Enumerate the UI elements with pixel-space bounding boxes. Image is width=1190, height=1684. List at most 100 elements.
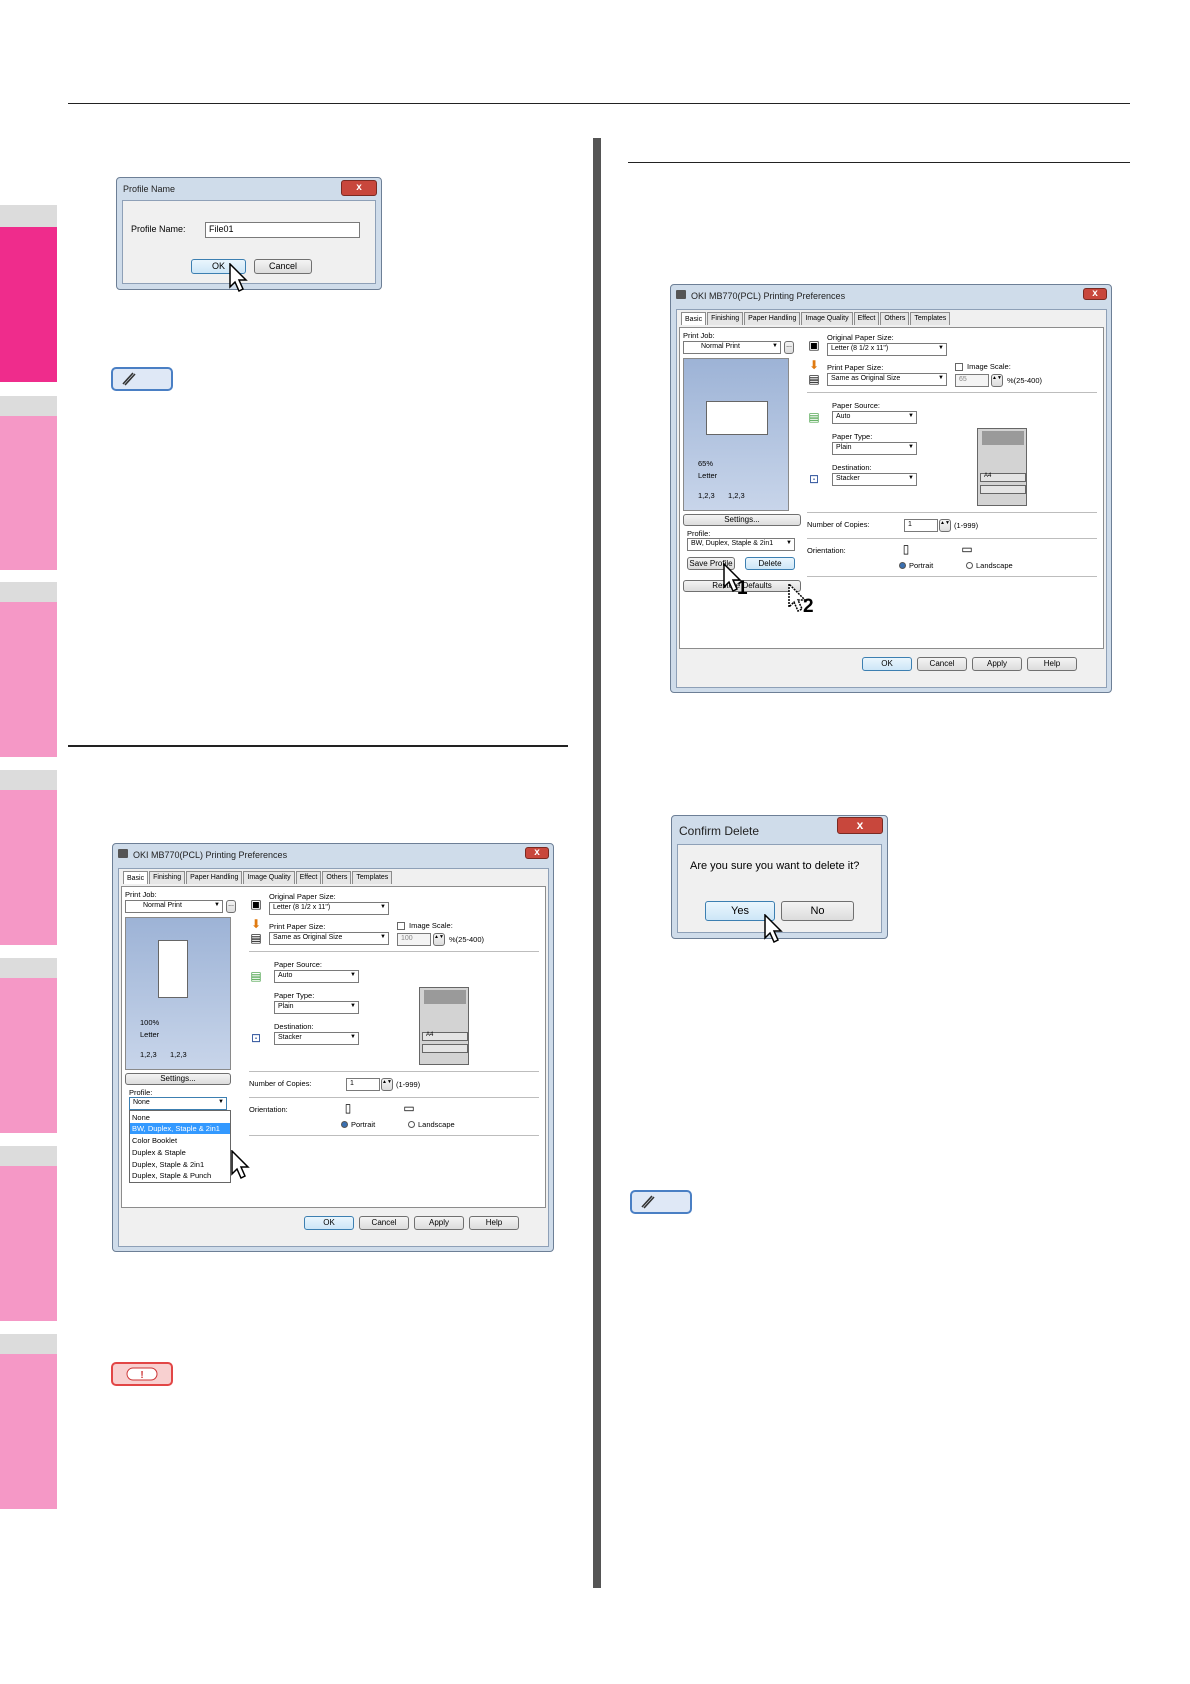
cancel-button[interactable]: Cancel	[359, 1216, 409, 1230]
original-paper-size-select[interactable]: Letter (8 1/2 x 11") ▼	[269, 902, 389, 915]
tab-basic[interactable]: Basic	[681, 312, 707, 325]
profile-select[interactable]: BW, Duplex, Staple & 2in1 ▼	[687, 538, 795, 551]
help-button[interactable]: Help	[469, 1216, 519, 1230]
close-icon[interactable]: x	[837, 817, 883, 834]
tab-templates[interactable]: Templates	[910, 312, 951, 325]
image-scale-spinner[interactable]: ▲▼	[433, 933, 445, 946]
profile-option[interactable]: None	[132, 1113, 150, 1122]
side-tab-gap-6	[0, 1146, 57, 1166]
image-scale-checkbox[interactable]	[955, 363, 963, 371]
side-tab-7[interactable]	[0, 1354, 57, 1509]
no-button[interactable]: No	[781, 901, 854, 921]
tab-image-quality[interactable]: Image Quality	[243, 871, 295, 884]
side-tab-2[interactable]	[0, 416, 57, 570]
delete-profile-button[interactable]: Delete	[745, 557, 795, 570]
tab-others[interactable]: Others	[322, 871, 352, 884]
profile-option[interactable]: Color Booklet	[132, 1136, 177, 1145]
ok-button[interactable]: OK	[862, 657, 912, 671]
image-scale-label: Image Scale:	[967, 362, 1011, 371]
print-job-select[interactable]: Normal Print ▼	[125, 900, 223, 913]
step-marker-1: 1	[737, 578, 748, 599]
close-icon[interactable]: x	[1083, 288, 1107, 300]
profile-option[interactable]: Duplex, Staple & Punch	[132, 1171, 211, 1180]
tab-others[interactable]: Others	[880, 312, 910, 325]
apply-button[interactable]: Apply	[972, 657, 1022, 671]
cancel-button[interactable]: Cancel	[254, 259, 312, 274]
dialog-title: OKI MB770(PCL) Printing Preferences	[133, 850, 288, 860]
collate-b: 1,2,3	[170, 1050, 187, 1059]
paper-size-icon: ▣	[808, 338, 820, 352]
side-tab-gap-3	[0, 582, 57, 602]
landscape-radio[interactable]	[408, 1121, 415, 1128]
print-job-label: Print Job:	[125, 890, 157, 899]
print-paper-size-select[interactable]: Same as Original Size ▼	[827, 373, 947, 386]
side-tab-3[interactable]	[0, 602, 57, 757]
paper-source-select[interactable]: Auto ▼	[832, 411, 917, 424]
profile-select[interactable]: None ▼	[129, 1097, 227, 1110]
copies-spinner[interactable]: ▲▼	[381, 1078, 393, 1091]
tab-effect[interactable]: Effect	[853, 312, 880, 325]
landscape-icon: ▭	[961, 542, 973, 556]
side-tab-gap-2	[0, 396, 57, 416]
tab-basic[interactable]: Basic	[123, 871, 149, 884]
side-tab-6[interactable]	[0, 1166, 57, 1321]
destination-select[interactable]: Stacker ▼	[832, 473, 917, 486]
portrait-radio[interactable]	[899, 562, 906, 569]
copies-input[interactable]: 1	[346, 1078, 380, 1091]
side-tab-5[interactable]	[0, 978, 57, 1133]
chevron-down-icon: ▼	[908, 413, 914, 419]
profile-option[interactable]: Duplex, Staple & 2in1	[132, 1160, 204, 1169]
print-job-more-button[interactable]: ...	[784, 341, 794, 354]
close-icon[interactable]: x	[525, 847, 549, 859]
print-paper-size-select[interactable]: Same as Original Size ▼	[269, 932, 389, 945]
separator	[249, 1097, 539, 1098]
paper-source-select[interactable]: Auto ▼	[274, 970, 359, 983]
right-section-rule	[628, 162, 1130, 163]
copies-spinner[interactable]: ▲▼	[939, 519, 951, 532]
print-job-more-button[interactable]: ...	[226, 900, 236, 913]
tab-paper-handling[interactable]: Paper Handling	[186, 871, 243, 884]
separator	[249, 1135, 539, 1136]
portrait-radio[interactable]	[341, 1121, 348, 1128]
original-paper-size-select[interactable]: Letter (8 1/2 x 11") ▼	[827, 343, 947, 356]
profile-option[interactable]: Duplex & Staple	[132, 1148, 186, 1157]
apply-button[interactable]: Apply	[414, 1216, 464, 1230]
cancel-button[interactable]: Cancel	[917, 657, 967, 671]
ok-button[interactable]: OK	[304, 1216, 354, 1230]
tab-templates[interactable]: Templates	[352, 871, 393, 884]
landscape-radio[interactable]	[966, 562, 973, 569]
image-scale-checkbox[interactable]	[397, 922, 405, 930]
tab-finishing[interactable]: Finishing	[149, 871, 186, 884]
destination-icon: ⊡	[808, 472, 820, 486]
separator	[807, 512, 1097, 513]
print-paper-size-label: Print Paper Size:	[269, 922, 326, 931]
print-job-select[interactable]: Normal Print ▼	[683, 341, 781, 354]
close-icon[interactable]: x	[341, 180, 377, 196]
help-button[interactable]: Help	[1027, 657, 1077, 671]
destination-select[interactable]: Stacker ▼	[274, 1032, 359, 1045]
tab-finishing[interactable]: Finishing	[707, 312, 744, 325]
tab-image-quality[interactable]: Image Quality	[801, 312, 853, 325]
side-tab-4[interactable]	[0, 790, 57, 945]
portrait-label: Portrait	[909, 561, 934, 570]
dialog-body: Basic Finishing Paper Handling Image Qua…	[676, 309, 1107, 688]
preview-page	[706, 401, 768, 435]
image-scale-spinner[interactable]: ▲▼	[991, 374, 1003, 387]
paper-name: Letter	[698, 471, 718, 480]
settings-button[interactable]: Settings...	[683, 514, 801, 526]
header-rule	[68, 103, 1130, 104]
profile-name-input[interactable]: File01	[205, 222, 360, 238]
side-tab-1[interactable]	[0, 227, 57, 382]
portrait-label: Portrait	[351, 1120, 376, 1129]
paper-type-select[interactable]: Plain ▼	[274, 1001, 359, 1014]
image-scale-input[interactable]: 100	[397, 933, 431, 946]
tab-effect[interactable]: Effect	[295, 871, 322, 884]
profile-option[interactable]: BW, Duplex, Staple & 2in1	[132, 1124, 220, 1133]
print-job-value: Normal Print	[701, 343, 740, 350]
copies-input[interactable]: 1	[904, 519, 938, 532]
paper-type-select[interactable]: Plain ▼	[832, 442, 917, 455]
paper-source-label: Paper Source:	[832, 401, 880, 410]
image-scale-input[interactable]: 65	[955, 374, 989, 387]
tab-paper-handling[interactable]: Paper Handling	[744, 312, 801, 325]
settings-button[interactable]: Settings...	[125, 1073, 231, 1085]
